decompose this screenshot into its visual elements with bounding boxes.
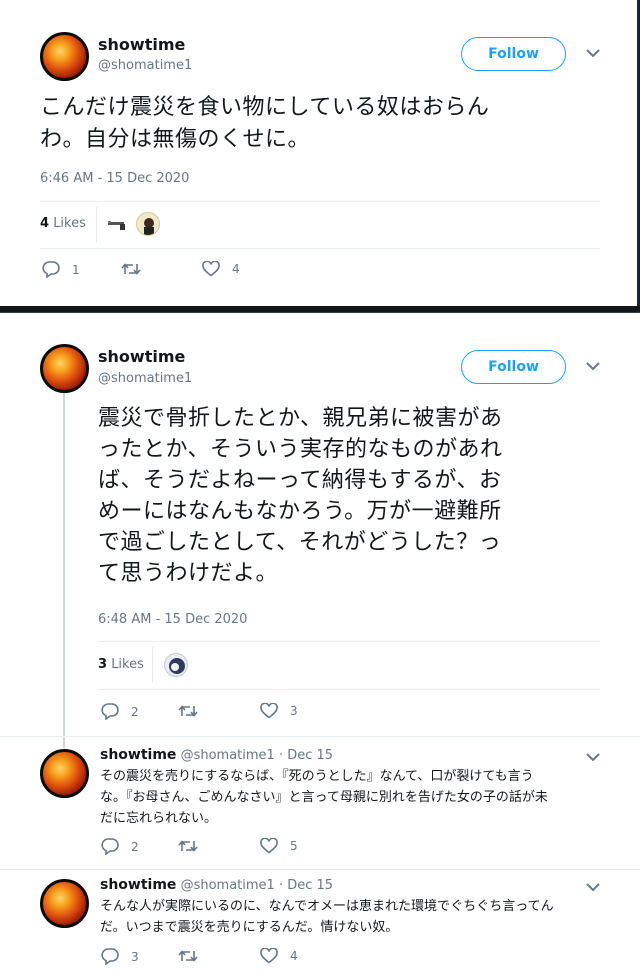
like-button[interactable]: 3	[260, 703, 298, 719]
tweet-text-line: わ。自分は無傷のくせに。	[40, 127, 311, 152]
retweet-button[interactable]	[178, 948, 210, 964]
heart-icon	[260, 948, 278, 964]
chevron-down-icon[interactable]	[586, 49, 600, 59]
reply-header[interactable]: showtime @shomatime1 · Dec 15	[100, 877, 333, 893]
retweet-icon	[121, 263, 141, 275]
avatar[interactable]	[40, 32, 89, 81]
tweet-text-line: で過ごしたとして、それがどうした？っ	[98, 530, 502, 555]
user-handle[interactable]: @shomatime1	[98, 58, 192, 73]
reply-date[interactable]: · Dec 15	[279, 878, 333, 893]
user-handle[interactable]: @shomatime1	[181, 748, 275, 763]
reply-text-line: だに忘れられない。	[100, 811, 218, 826]
heart-icon	[202, 261, 220, 277]
display-name[interactable]: showtime	[98, 35, 185, 54]
reply-text-line: そんな人が実際にいるのに、なんでオメーは恵まれた環境でぐちぐち言ってん	[100, 899, 554, 914]
retweet-button[interactable]	[121, 261, 153, 277]
divider	[98, 689, 600, 690]
display-name[interactable]: showtime	[100, 747, 176, 763]
reply-header[interactable]: showtime @shomatime1 · Dec 15	[100, 747, 333, 763]
tweet-card-2: showtime @shomatime1 Follow 震災で骨折したとか、親兄…	[0, 312, 640, 970]
tweet-text-line: 震災で骨折したとか、親兄弟に被害があ	[98, 406, 503, 431]
like-button[interactable]: 5	[260, 838, 298, 854]
reply-count: 1	[72, 262, 80, 277]
reply-button[interactable]: 2	[101, 703, 139, 720]
divider	[0, 736, 640, 737]
chevron-down-icon[interactable]	[586, 753, 600, 763]
thread-line	[63, 393, 65, 748]
liker-avatar[interactable]	[164, 653, 188, 677]
like-button[interactable]: 4	[202, 261, 240, 277]
divider	[96, 207, 97, 243]
divider	[0, 869, 640, 870]
retweet-button[interactable]	[178, 838, 210, 854]
chevron-down-icon[interactable]	[586, 362, 600, 372]
tweet-text-line: めーにはなんもなかろう。万が一避難所	[98, 499, 502, 524]
likes-count: 4	[40, 216, 50, 231]
avatar[interactable]	[40, 749, 89, 798]
reply-count: 3	[131, 949, 139, 964]
tweet-text-line: て思うわけだよ。	[98, 561, 279, 586]
user-handle[interactable]: @shomatime1	[181, 878, 275, 893]
likes-label: Likes	[53, 216, 86, 231]
reply-icon	[101, 838, 119, 855]
reply-button[interactable]: 3	[101, 948, 139, 965]
avatar[interactable]	[40, 879, 89, 928]
likes-count: 3	[98, 657, 108, 672]
retweet-icon	[178, 705, 198, 717]
retweet-button[interactable]	[178, 703, 210, 719]
likes-summary[interactable]: 4 Likes	[40, 216, 86, 231]
reply-count: 2	[131, 839, 139, 854]
divider	[40, 248, 600, 249]
avatar[interactable]	[40, 344, 89, 393]
like-button[interactable]: 4	[260, 948, 298, 964]
reply-count: 2	[131, 704, 139, 719]
display-name[interactable]: showtime	[98, 347, 185, 366]
chevron-down-icon[interactable]	[586, 883, 600, 893]
retweet-icon	[178, 950, 198, 962]
follow-button[interactable]: Follow	[461, 350, 566, 384]
tweet-text-line: ば、そうだよねーって納得もするが、お	[98, 468, 502, 493]
timestamp[interactable]: 6:46 AM - 15 Dec 2020	[40, 171, 189, 186]
divider	[98, 641, 600, 642]
divider	[40, 201, 600, 202]
timestamp[interactable]: 6:48 AM - 15 Dec 2020	[98, 612, 247, 627]
like-count: 5	[290, 839, 298, 853]
like-count: 4	[290, 949, 298, 963]
tweet-card-1: showtime @shomatime1 Follow こんだけ震災を食い物にし…	[0, 0, 640, 306]
reply-text-line: その震災を売りにするならば、『死のうとした』なんて、口が裂けても言う	[100, 769, 534, 784]
reply-icon	[101, 703, 119, 720]
like-count: 4	[232, 262, 240, 276]
like-count: 3	[290, 704, 298, 718]
display-name[interactable]: showtime	[100, 877, 176, 893]
divider	[152, 647, 153, 683]
follow-button[interactable]: Follow	[461, 37, 566, 71]
tweet-text-line: こんだけ震災を食い物にしている奴はおらん	[40, 95, 490, 120]
heart-icon	[260, 703, 278, 719]
liker-avatar[interactable]	[106, 212, 130, 236]
reply-text-line: な。『お母さん、ごめんなさい』と言って母親に別れを告げた女の子の話が未	[100, 790, 548, 805]
likes-summary[interactable]: 3 Likes	[98, 657, 144, 672]
likes-label: Likes	[111, 657, 144, 672]
tweet-text-line: ったとか、そういう実存的なものがあれ	[98, 437, 503, 462]
reply-date[interactable]: · Dec 15	[279, 748, 333, 763]
reply-button[interactable]: 1	[42, 261, 80, 278]
reply-button[interactable]: 2	[101, 838, 139, 855]
liker-avatar[interactable]	[136, 212, 160, 236]
user-handle[interactable]: @shomatime1	[98, 371, 192, 386]
reply-icon	[42, 261, 60, 278]
retweet-icon	[178, 840, 198, 852]
reply-text-line: だ。いつまで震災を売りにするんだ。情けない奴。	[100, 920, 399, 935]
reply-icon	[101, 948, 119, 965]
heart-icon	[260, 838, 278, 854]
